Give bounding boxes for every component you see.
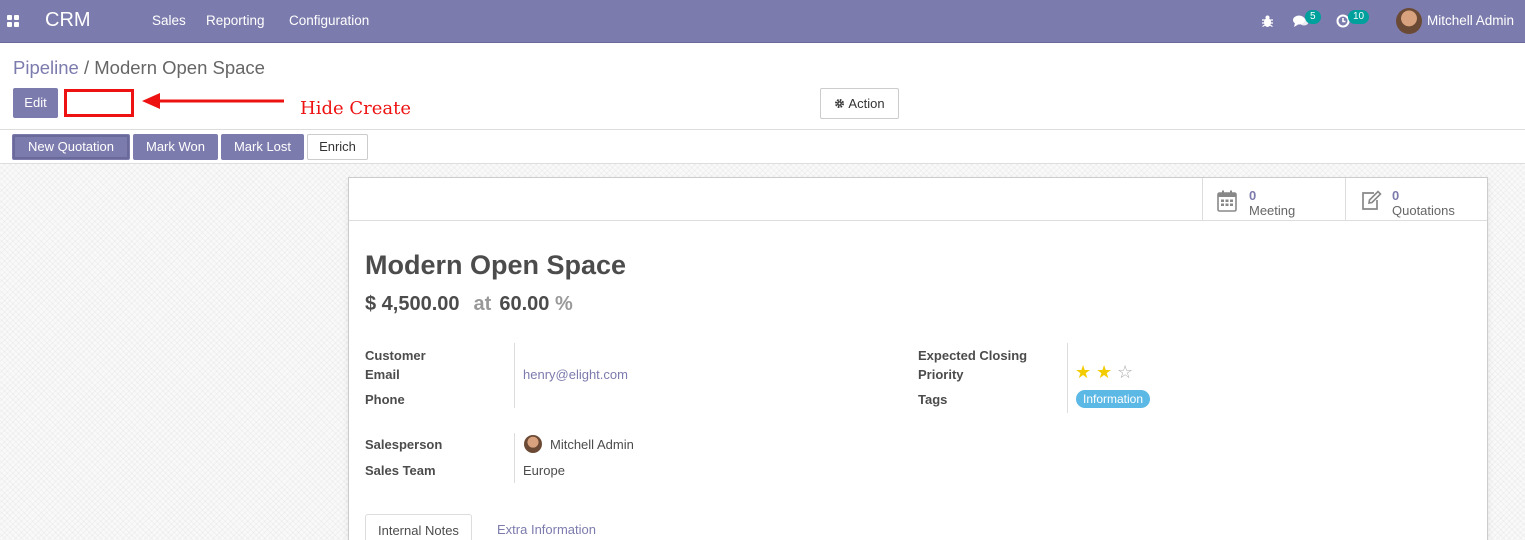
opportunity-title: Modern Open Space	[365, 250, 627, 280]
right-group-separator	[1067, 343, 1068, 413]
annotation-label: Hide Create	[300, 98, 411, 119]
edit-button[interactable]: Edit	[13, 88, 58, 118]
meeting-smart-button[interactable]: 0 Meeting	[1202, 178, 1345, 220]
breadcrumb-separator: /	[78, 57, 95, 78]
breadcrumb-current: Modern Open Space	[94, 57, 265, 78]
messages-badge: 5	[1305, 10, 1321, 24]
action-button-label: Action	[848, 96, 885, 111]
left-group-separator	[514, 343, 515, 408]
sales-team-label: Sales Team	[365, 463, 436, 478]
breadcrumb-pipeline[interactable]: Pipeline	[13, 57, 79, 78]
smart-button-box: 0 Meeting 0 Quotations	[349, 178, 1487, 221]
new-quotation-button[interactable]: New Quotation	[12, 134, 130, 160]
annotation-highlight-box	[64, 89, 134, 117]
expected-revenue: $ 4,500.00	[365, 293, 460, 315]
probability-value: 60.00	[499, 293, 550, 315]
bug-icon[interactable]	[1261, 14, 1274, 28]
menu-sales[interactable]: Sales	[152, 13, 186, 28]
salesperson-value[interactable]: Mitchell Admin	[550, 437, 634, 452]
team-group-separator	[514, 433, 515, 483]
mark-lost-button[interactable]: Mark Lost	[221, 134, 304, 160]
menu-reporting[interactable]: Reporting	[206, 13, 265, 28]
gear-icon	[835, 98, 845, 109]
priority-star-3-icon[interactable]: ☆	[1117, 363, 1133, 381]
sales-team-value[interactable]: Europe	[523, 463, 565, 478]
expected-closing-label: Expected Closing	[918, 348, 1028, 363]
annotation-arrow-icon	[142, 93, 284, 109]
activities-badge: 10	[1348, 10, 1370, 24]
breadcrumb: Pipeline / Modern Open Space	[13, 57, 265, 79]
meeting-count: 0	[1249, 188, 1257, 203]
enrich-button[interactable]: Enrich	[307, 134, 368, 160]
form-sheet: 0 Meeting 0 Quotations Modern Open Space…	[348, 177, 1488, 540]
action-button[interactable]: Action	[820, 88, 899, 119]
priority-label: Priority	[918, 367, 964, 382]
user-avatar[interactable]	[1396, 8, 1422, 34]
quotations-count: 0	[1392, 188, 1400, 203]
user-menu[interactable]: Mitchell Admin	[1427, 13, 1514, 28]
priority-star-1-icon[interactable]: ★	[1075, 363, 1091, 381]
tags-label: Tags	[918, 392, 948, 407]
quotations-label: Quotations	[1392, 203, 1455, 218]
menu-configuration[interactable]: Configuration	[289, 13, 369, 28]
phone-label: Phone	[365, 392, 405, 407]
calendar-icon	[1217, 190, 1237, 212]
percent-sign: %	[554, 293, 573, 315]
apps-grid-icon[interactable]	[7, 15, 20, 27]
salesperson-avatar	[524, 435, 542, 453]
priority-star-2-icon[interactable]: ★	[1096, 363, 1112, 381]
email-value[interactable]: henry@elight.com	[523, 367, 628, 382]
salesperson-label: Salesperson	[365, 437, 443, 452]
tag-badge[interactable]: Information	[1076, 390, 1151, 408]
meeting-label: Meeting	[1249, 203, 1296, 218]
tab-internal-notes[interactable]: Internal Notes	[365, 514, 472, 540]
edit-icon	[1362, 190, 1382, 210]
top-navbar: CRM Sales Reporting Configuration 5 10 M…	[0, 0, 1525, 43]
at-label: at	[473, 293, 492, 315]
email-label: Email	[365, 367, 400, 382]
customer-label: Customer	[365, 348, 426, 363]
quotations-smart-button[interactable]: 0 Quotations	[1345, 178, 1487, 220]
control-divider	[0, 129, 1525, 130]
app-name[interactable]: CRM	[45, 9, 91, 32]
tab-extra-information[interactable]: Extra Information	[485, 514, 608, 540]
revenue-line: $ 4,500.00 at 60.00 %	[365, 293, 573, 316]
mark-won-button[interactable]: Mark Won	[133, 134, 218, 160]
